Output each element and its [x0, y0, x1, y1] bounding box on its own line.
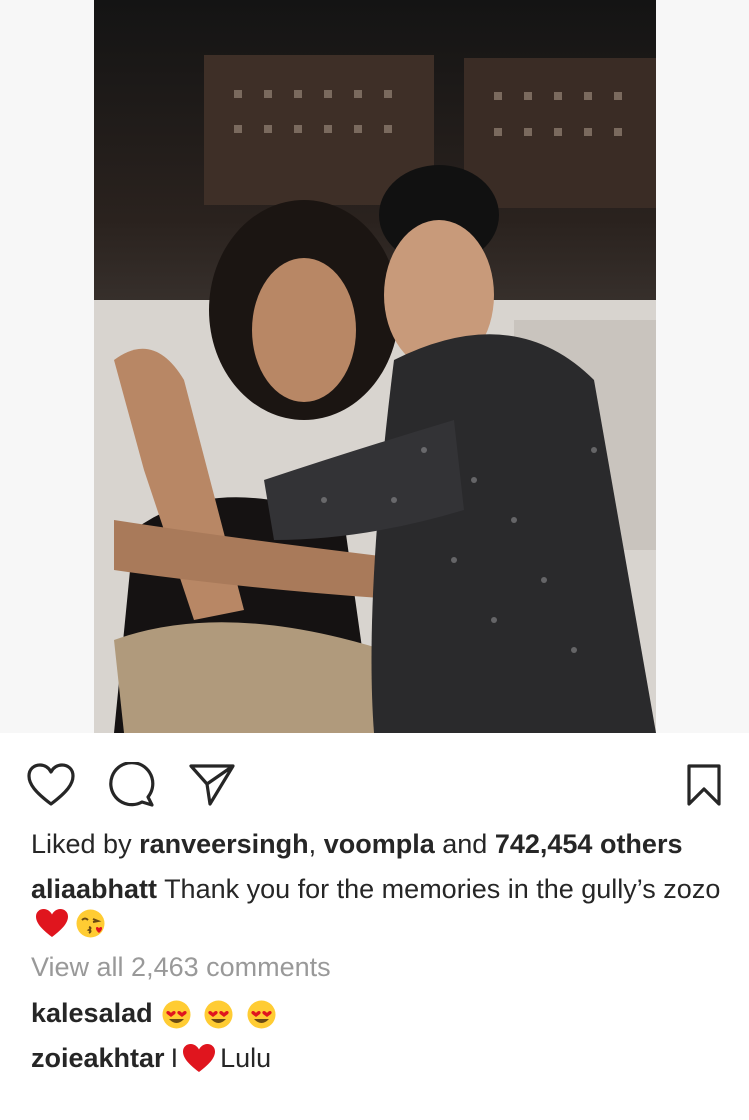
bookmark-icon: [687, 764, 721, 806]
caption-text: Thank you for the memories in the gully’…: [164, 874, 721, 904]
red-heart-emoji: [183, 1043, 216, 1072]
likes-others[interactable]: others: [600, 829, 683, 859]
heart-eyes-emoji: [247, 1000, 276, 1029]
post-content: Liked by ranveersingh, voompla and 742,4…: [31, 828, 721, 1075]
liker-ranveersingh[interactable]: ranveersingh: [139, 829, 309, 859]
caption: aliaabhatt Thank you for the memories in…: [31, 873, 721, 939]
save-button[interactable]: [680, 761, 728, 809]
likes-separator: ,: [308, 829, 317, 859]
share-icon: [189, 764, 235, 806]
likes-count[interactable]: 742,454: [495, 829, 593, 859]
comment-username[interactable]: zoieakhtar: [31, 1042, 165, 1075]
like-button[interactable]: [27, 761, 75, 809]
heart-icon: [27, 763, 75, 806]
red-heart-emoji: [36, 909, 68, 938]
liker-voompla[interactable]: voompla: [324, 829, 435, 859]
comment-emojis: [159, 996, 279, 1029]
comment-icon: [109, 762, 155, 807]
heart-eyes-emoji: [204, 1000, 233, 1029]
comment-text-after: Lulu: [220, 1042, 272, 1073]
photo-illustration: [94, 55, 656, 733]
caption-username[interactable]: aliaabhatt: [31, 874, 157, 904]
comment-username[interactable]: kalesalad: [31, 997, 153, 1030]
heart-eyes-emoji: [162, 1000, 191, 1029]
likes-summary[interactable]: Liked by ranveersingh, voompla and 742,4…: [31, 828, 721, 861]
action-bar: [0, 733, 749, 831]
comment-item: zoieakhtar I Lulu: [31, 1042, 721, 1075]
photo-area: [0, 0, 749, 733]
view-all-comments-link[interactable]: View all 2,463 comments: [31, 951, 721, 984]
comment-item: kalesalad: [31, 996, 721, 1029]
likes-and: and: [442, 829, 488, 859]
comment-text-before: I: [170, 1042, 179, 1073]
kiss-emoji: [76, 909, 105, 938]
comment-button[interactable]: [108, 761, 156, 809]
likes-prefix: Liked by: [31, 829, 132, 859]
share-button[interactable]: [188, 761, 236, 809]
post-photo[interactable]: [94, 0, 656, 733]
